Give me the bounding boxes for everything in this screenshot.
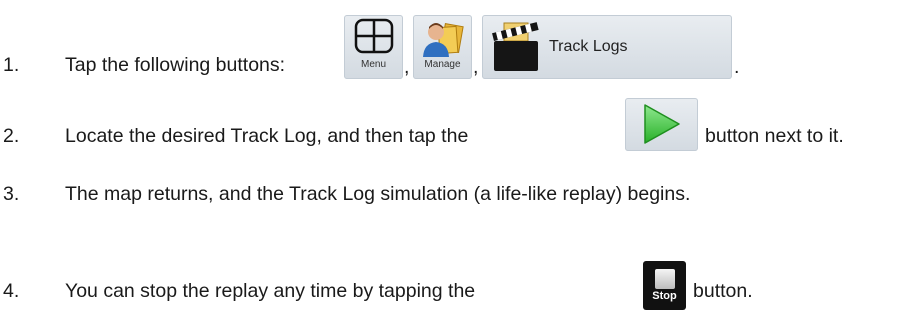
end-punctuation: . [734,56,740,78]
step-text: Locate the desired Track Log, and then t… [65,125,469,147]
stop-button[interactable]: Stop [643,261,686,310]
play-button[interactable] [625,98,698,151]
menu-grid-icon [354,18,394,54]
stop-button-label: Stop [652,290,677,302]
track-logs-button-label: Track Logs [549,38,628,55]
step-number: 3. [3,183,20,205]
menu-button-label: Menu [360,59,386,70]
step-4: 4. You can stop the replay any time by t… [0,228,924,314]
separator: , [404,56,410,78]
step-2: 2. Locate the desired Track Log, and the… [0,80,924,151]
step-text: The map returns, and the Track Log simul… [65,183,691,205]
track-logs-button[interactable]: Track Logs [482,15,732,79]
step-text: Tap the following buttons: [65,54,286,76]
step-text-after: button next to it. [705,125,844,147]
step-text: You can stop the replay any time by tapp… [65,280,476,302]
manage-button-label: Manage [424,59,461,70]
manage-button[interactable]: Manage [413,15,472,79]
separator: , [473,56,479,78]
menu-button[interactable]: Menu [344,15,403,79]
play-triangle-icon [644,104,680,144]
user-folders-icon [423,23,464,57]
step-number: 1. [3,54,20,76]
step-number: 4. [3,280,20,302]
step-1: 1. Tap the following buttons: Menu , Man… [0,0,924,80]
step-3: 3. The map returns, and the Track Log si… [0,183,924,213]
step-text-after: button. [693,280,753,302]
step-number: 2. [3,125,20,147]
clapperboard-icon [492,22,539,71]
